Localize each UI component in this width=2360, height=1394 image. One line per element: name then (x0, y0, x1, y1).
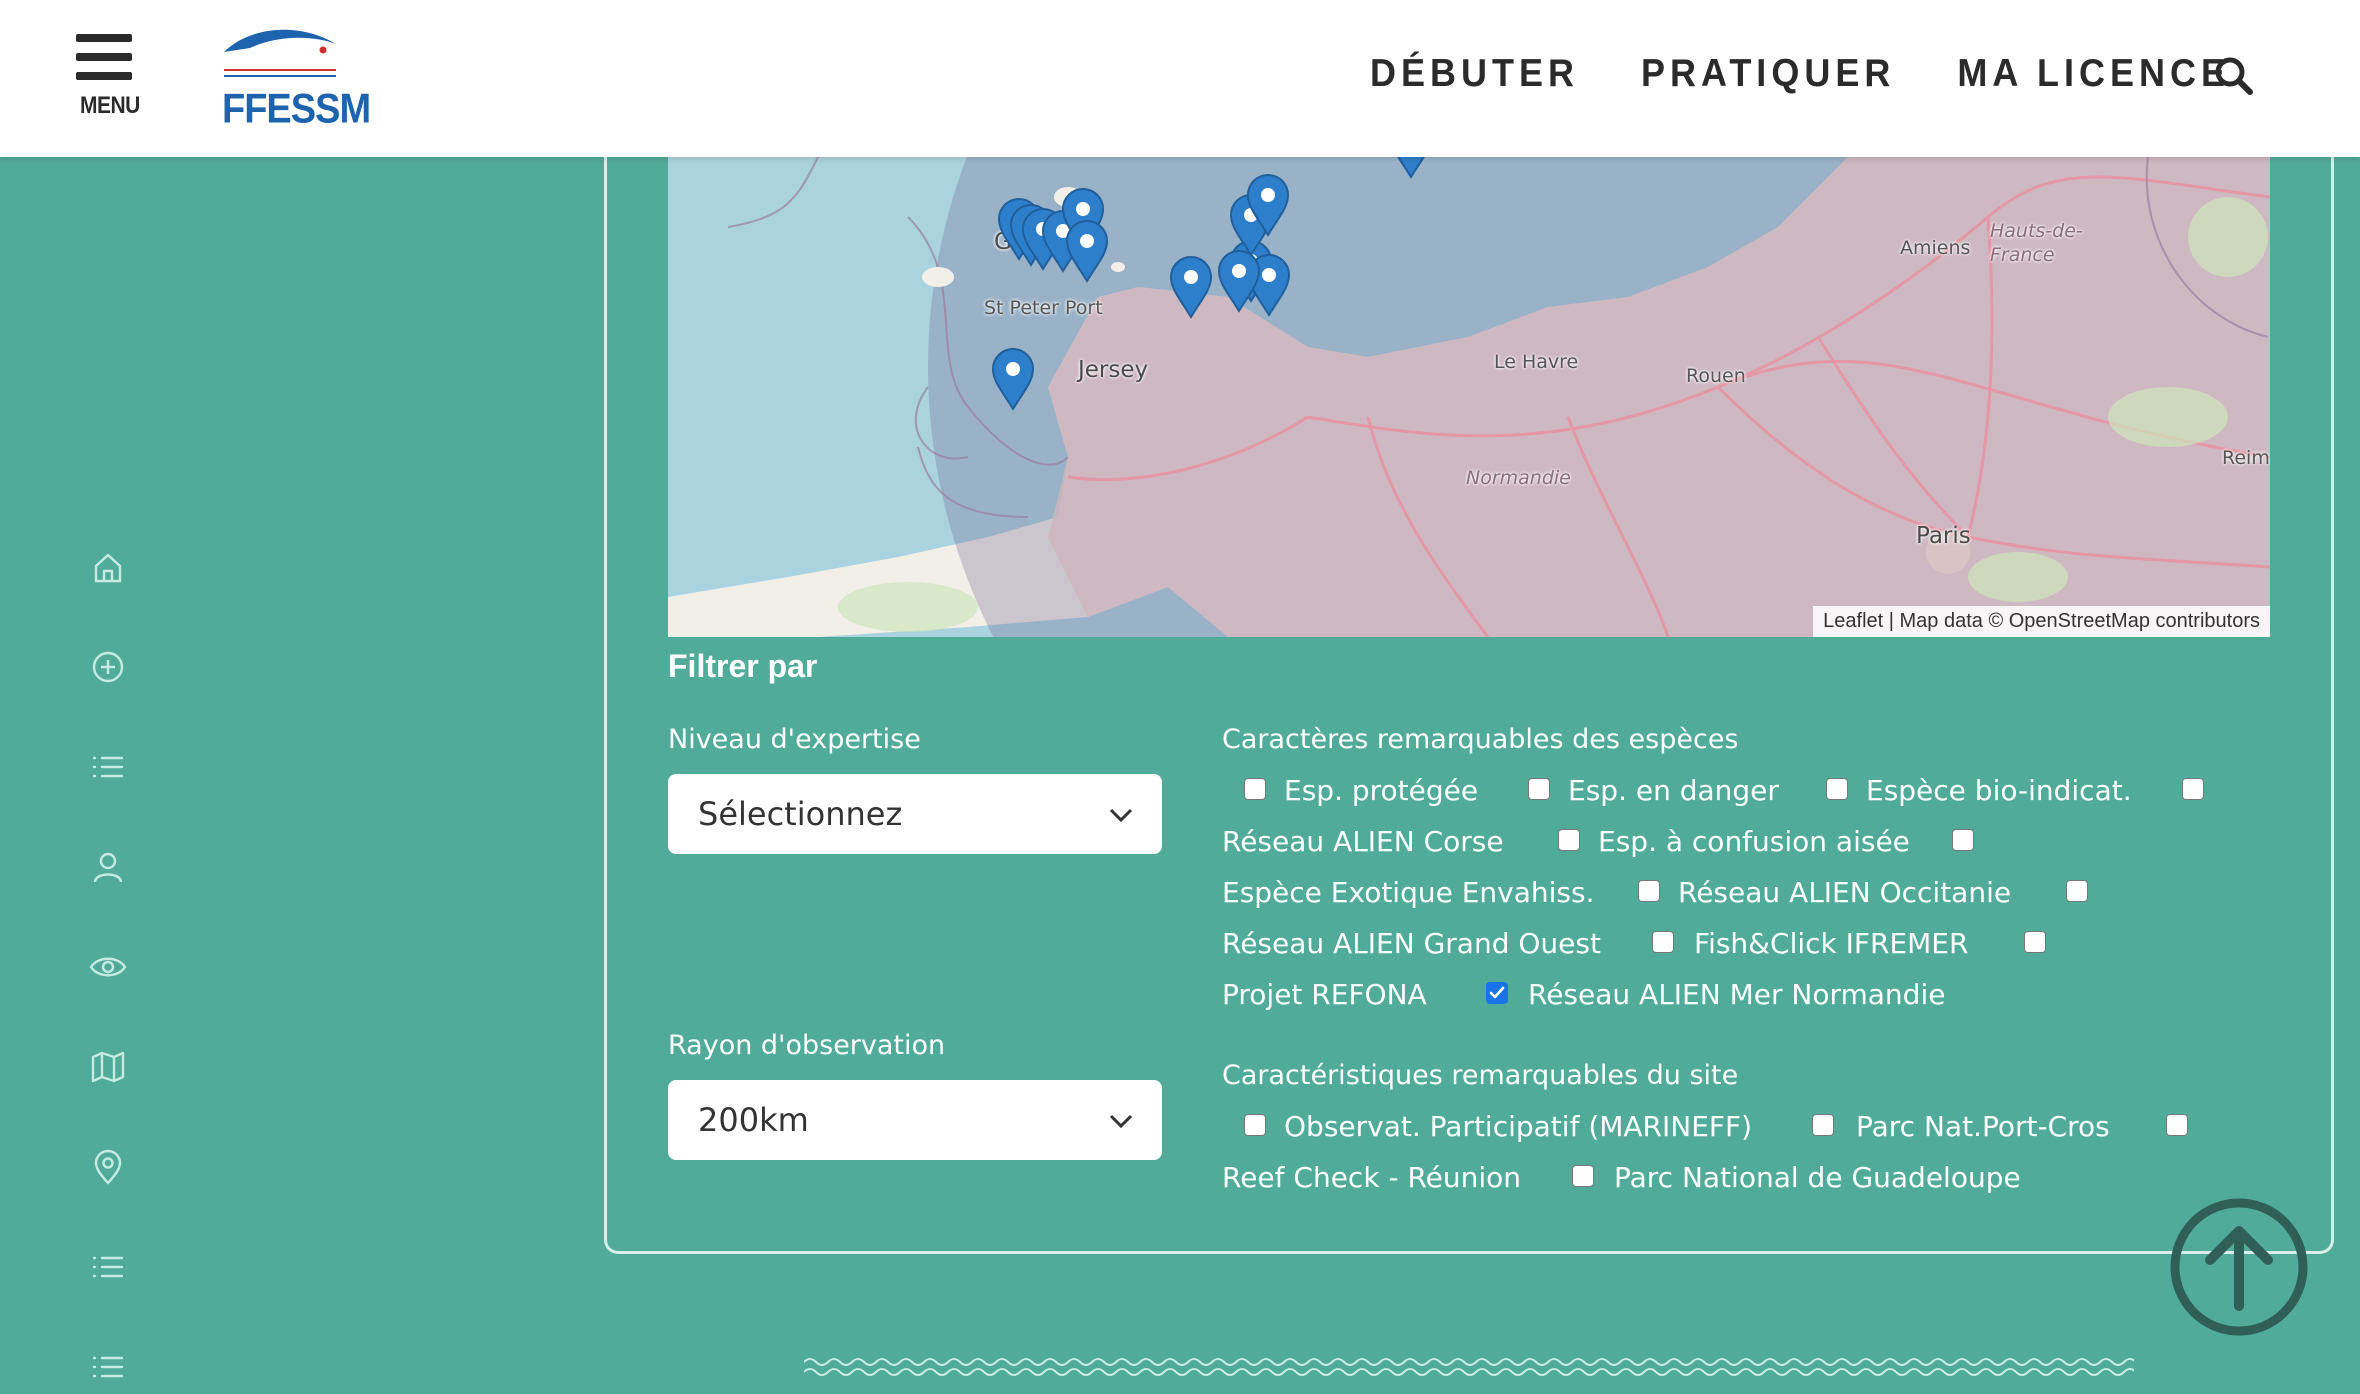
map-marker-pin-icon[interactable] (1064, 219, 1110, 283)
checkbox-espece-exotique[interactable] (1952, 829, 1974, 851)
hamburger-icon-bar (76, 72, 132, 80)
list-icon[interactable] (88, 747, 128, 787)
map-label-normandie: Normandie (1466, 467, 1571, 489)
checkbox-reef-check-reunion[interactable] (2166, 1114, 2188, 1136)
label-esp-en-danger: Esp. en danger (1568, 774, 1779, 807)
sidebar (0, 157, 215, 1394)
hamburger-icon (76, 34, 132, 42)
map-label-st-peter-port: St Peter Port (984, 297, 1103, 319)
plus-circle-icon[interactable] (88, 647, 128, 687)
logo-text: FFESSM (222, 86, 371, 133)
map-label-amiens: Amiens (1900, 237, 1971, 259)
label-fish-click-ifremer: Fish&Click IFREMER (1694, 927, 1969, 960)
label-reef-check-reunion: Reef Check - Réunion (1222, 1161, 1522, 1194)
site-features-label: Caractéristiques remarquables du site (1222, 1060, 1739, 1091)
radius-label: Rayon d'observation (668, 1030, 946, 1061)
map-attribution: Leaflet | Map data © OpenStreetMap contr… (1813, 606, 2270, 637)
home-icon[interactable] (88, 548, 128, 588)
list-icon[interactable] (88, 1247, 128, 1287)
checkbox-reseau-alien-mer-normandie[interactable] (1486, 982, 1508, 1004)
expertise-select-value: Sélectionnez (698, 795, 903, 833)
main-nav: DÉBUTER PRATIQUER MA LICENCE (1370, 50, 2230, 95)
map-label-reims: Reim (2222, 447, 2270, 469)
label-reseau-alien-corse: Réseau ALIEN Corse (1222, 825, 1504, 858)
eye-icon[interactable] (88, 947, 128, 987)
map-marker-pin-icon[interactable] (1216, 249, 1262, 313)
menu-label: MENU (80, 92, 140, 119)
species-features-label: Caractères remarquables des espèces (1222, 724, 1739, 755)
checkbox-parc-nat-port-cros[interactable] (1812, 1114, 1834, 1136)
observation-map[interactable]: Guernsey St Peter Port Jersey Amiens Hau… (668, 157, 2270, 637)
label-parc-national-guadeloupe: Parc National de Guadeloupe (1614, 1161, 2021, 1194)
wave-divider (804, 1358, 2134, 1376)
checkbox-projet-refona[interactable] (2024, 931, 2046, 953)
checkbox-reseau-alien-occitanie[interactable] (1638, 880, 1660, 902)
checkbox-parc-national-guadeloupe[interactable] (1572, 1165, 1594, 1187)
label-reseau-alien-occitanie: Réseau ALIEN Occitanie (1678, 876, 2012, 909)
map-label-paris: Paris (1916, 523, 1971, 549)
nav-ma-licence[interactable]: MA LICENCE (1957, 50, 2230, 95)
label-esp-confusion-aisee: Esp. à confusion aisée (1598, 825, 1910, 858)
expertise-select[interactable]: Sélectionnez (668, 774, 1162, 854)
checkbox-observat-participatif[interactable] (1244, 1114, 1266, 1136)
chevron-down-icon (1109, 1114, 1133, 1129)
checkbox-espece-bio-indicat[interactable] (1826, 778, 1848, 800)
checkbox-esp-en-danger[interactable] (1528, 778, 1550, 800)
map-label-rouen: Rouen (1686, 365, 1746, 387)
checkbox-fish-click-ifremer[interactable] (1652, 931, 1674, 953)
list-icon[interactable] (88, 1347, 128, 1387)
chevron-down-icon (1109, 808, 1133, 823)
label-espece-bio-indicat: Espèce bio-indicat. (1866, 774, 2132, 807)
map-icon[interactable] (88, 1047, 128, 1087)
map-label-hauts-de-france: Hauts-de- France (1990, 220, 2083, 266)
user-icon[interactable] (88, 847, 128, 887)
leaflet-link[interactable]: Leaflet (1823, 610, 1883, 632)
search-icon[interactable] (2214, 56, 2254, 96)
label-esp-protegee: Esp. protégée (1284, 774, 1479, 807)
label-observat-participatif: Observat. Participatif (MARINEFF) (1284, 1110, 1753, 1143)
location-pin-icon[interactable] (88, 1147, 128, 1187)
ffessm-logo[interactable]: FFESSM (220, 22, 371, 132)
map-label-le-havre: Le Havre (1494, 351, 1579, 373)
hamburger-icon-bar (76, 53, 132, 61)
filter-title: Filtrer par (668, 648, 818, 684)
nav-debuter[interactable]: DÉBUTER (1370, 50, 1579, 95)
checkbox-reseau-alien-grand-ouest[interactable] (2066, 880, 2088, 902)
expertise-label: Niveau d'expertise (668, 724, 921, 755)
map-marker-pin-icon[interactable] (1168, 255, 1214, 319)
menu-button[interactable]: MENU (76, 34, 140, 120)
map-marker-pin-icon[interactable] (1245, 173, 1291, 237)
label-projet-refona: Projet REFONA (1222, 978, 1427, 1011)
map-label-jersey: Jersey (1078, 357, 1149, 383)
attribution-text: | Map data © OpenStreetMap contributors (1883, 610, 2260, 632)
arrow-up-circle-icon[interactable] (2170, 1198, 2308, 1336)
checkbox-reseau-alien-corse[interactable] (2182, 778, 2204, 800)
checkbox-esp-confusion-aisee[interactable] (1558, 829, 1580, 851)
nav-pratiquer[interactable]: PRATIQUER (1641, 50, 1895, 95)
label-parc-nat-port-cros: Parc Nat.Port-Cros (1856, 1110, 2110, 1143)
map-marker-pin-icon[interactable] (1388, 157, 1434, 179)
label-espece-exotique: Espèce Exotique Envahiss. (1222, 876, 1595, 909)
checkbox-esp-protegee[interactable] (1244, 778, 1266, 800)
logo-wave-icon (224, 29, 336, 77)
map-marker-pin-icon[interactable] (990, 347, 1036, 411)
site-header: MENU FFESSM DÉBUTER PRATIQUER MA LICENCE (0, 0, 2360, 157)
radius-select[interactable]: 200km (668, 1080, 1162, 1160)
radius-select-value: 200km (698, 1101, 809, 1139)
label-reseau-alien-grand-ouest: Réseau ALIEN Grand Ouest (1222, 927, 1601, 960)
label-reseau-alien-mer-normandie: Réseau ALIEN Mer Normandie (1528, 978, 1946, 1011)
